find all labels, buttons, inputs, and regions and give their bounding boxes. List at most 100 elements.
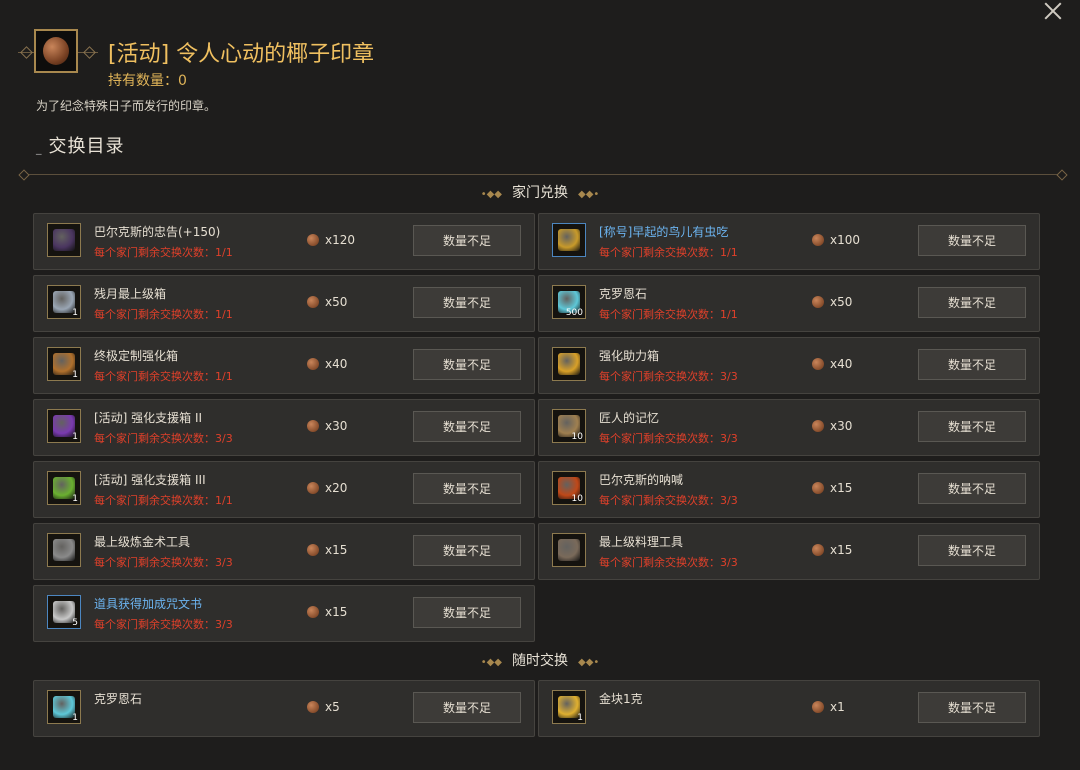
quantity-badge: 1 [72, 370, 78, 380]
scroll-icon [47, 223, 81, 257]
exchange-card: 1 克罗恩石 x5 数量不足 [33, 680, 535, 737]
cost-label: x40 [307, 357, 347, 371]
cost-value: x30 [325, 419, 348, 433]
exchange-button[interactable]: 数量不足 [413, 349, 521, 380]
quantity-badge: 1 [72, 494, 78, 504]
coconut-coin-icon [307, 701, 319, 713]
item-name: 巴尔克斯的呐喊 [599, 473, 684, 487]
exchange-button[interactable]: 数量不足 [413, 473, 521, 504]
family-exchange-heading: •◆◆ 家门兑换 ◆◆• [480, 185, 600, 201]
gift-box-icon [552, 347, 586, 381]
ticket-icon [552, 223, 586, 257]
item-name: 克罗恩石 [94, 692, 143, 706]
exchange-button[interactable]: 数量不足 [413, 225, 521, 256]
item-name: [活动] 强化支援箱 III [94, 473, 206, 487]
anytime-exchange-heading: •◆◆ 随时交换 ◆◆• [480, 653, 600, 669]
cost-label: x5 [307, 700, 340, 714]
exchange-button[interactable]: 数量不足 [918, 287, 1026, 318]
remaining-exchanges: 每个家门剩余交换次数：3/3 [94, 556, 233, 569]
quantity-badge: 1 [72, 432, 78, 442]
quantity-badge: 10 [571, 432, 583, 442]
exchange-card: 5 道具获得加成咒文书 每个家门剩余交换次数：3/3 x15 数量不足 [33, 585, 535, 642]
remaining-exchanges: 每个家门剩余交换次数：1/1 [94, 494, 233, 507]
item-name: 残月最上级箱 [94, 287, 167, 301]
purple-box-icon: 1 [47, 409, 81, 443]
exchange-button[interactable]: 数量不足 [918, 535, 1026, 566]
remaining-exchanges: 每个家门剩余交换次数：3/3 [599, 432, 738, 445]
orb-icon: 10 [552, 471, 586, 505]
cost-label: x100 [812, 233, 860, 247]
item-name: 巴尔克斯的忠告(+150) [94, 225, 221, 239]
exchange-card: 1 残月最上级箱 每个家门剩余交换次数：1/1 x50 数量不足 [33, 275, 535, 332]
exchange-button[interactable]: 数量不足 [918, 411, 1026, 442]
gold-bar-icon: 1 [552, 690, 586, 724]
item-image [558, 229, 580, 251]
exchange-button[interactable]: 数量不足 [918, 225, 1026, 256]
coconut-coin-icon [307, 606, 319, 618]
coconut-coin-icon [812, 544, 824, 556]
exchange-card: 巴尔克斯的忠告(+150) 每个家门剩余交换次数：1/1 x120 数量不足 [33, 213, 535, 270]
exchange-button[interactable]: 数量不足 [413, 597, 521, 628]
green-box-icon: 1 [47, 471, 81, 505]
exchange-button[interactable]: 数量不足 [413, 535, 521, 566]
family-exchange-label: 家门兑换 [512, 185, 568, 201]
remaining-exchanges: 每个家门剩余交换次数：3/3 [599, 494, 738, 507]
coconut-coin-icon [307, 358, 319, 370]
coconut-coin-icon [307, 296, 319, 308]
exchange-button[interactable]: 数量不足 [413, 411, 521, 442]
cost-label: x50 [307, 295, 347, 309]
cost-value: x50 [830, 295, 853, 309]
cost-value: x100 [830, 233, 861, 247]
remaining-exchanges: 每个家门剩余交换次数：1/1 [94, 370, 233, 383]
header-icon-frame [18, 28, 98, 78]
exchange-button[interactable]: 数量不足 [413, 287, 521, 318]
exchange-card: 1 终极定制强化箱 每个家门剩余交换次数：1/1 x40 数量不足 [33, 337, 535, 394]
necklace-icon: 10 [552, 409, 586, 443]
spell-book-icon: 5 [47, 595, 81, 629]
coconut-coin-icon [812, 296, 824, 308]
cost-label: x50 [812, 295, 852, 309]
remaining-exchanges: 每个家门剩余交换次数：1/1 [599, 308, 738, 321]
cost-value: x120 [325, 233, 356, 247]
exchange-card: 1 [活动] 强化支援箱 III 每个家门剩余交换次数：1/1 x20 数量不足 [33, 461, 535, 518]
silver-box-icon: 1 [47, 285, 81, 319]
exchange-button[interactable]: 数量不足 [918, 473, 1026, 504]
remaining-exchanges: 每个家门剩余交换次数：1/1 [599, 246, 738, 259]
cost-value: x1 [830, 700, 845, 714]
close-button[interactable] [1042, 0, 1064, 22]
exchange-button[interactable]: 数量不足 [918, 692, 1026, 723]
coconut-coin-icon [812, 234, 824, 246]
coconut-coin-icon [812, 358, 824, 370]
item-title: [活动] 令人心动的椰子印章 [108, 42, 375, 67]
cost-label: x15 [812, 481, 852, 495]
item-name: [活动] 强化支援箱 II [94, 411, 203, 425]
coconut-coin-icon [307, 544, 319, 556]
chest-icon: 1 [47, 347, 81, 381]
cost-value: x15 [830, 481, 853, 495]
alchemy-tool-icon [47, 533, 81, 567]
exchange-card: 强化助力箱 每个家门剩余交换次数：3/3 x40 数量不足 [538, 337, 1040, 394]
quantity-badge: 500 [565, 308, 583, 318]
exchange-button[interactable]: 数量不足 [918, 349, 1026, 380]
coconut-coin-icon [307, 420, 319, 432]
cost-label: x1 [812, 700, 845, 714]
cost-value: x40 [830, 357, 853, 371]
cost-value: x20 [325, 481, 348, 495]
cost-value: x15 [325, 543, 348, 557]
exchange-card: 1 [活动] 强化支援箱 II 每个家门剩余交换次数：3/3 x30 数量不足 [33, 399, 535, 456]
item-name: 克罗恩石 [599, 287, 648, 301]
item-name: 金块1克 [599, 692, 643, 706]
exchange-card: 500 克罗恩石每个家门剩余交换次数：1/1 x50 数量不足 [538, 275, 1040, 332]
cost-label: x40 [812, 357, 852, 371]
cost-value: x30 [830, 419, 853, 433]
exchange-button[interactable]: 数量不足 [413, 692, 521, 723]
coconut-coin-icon [307, 234, 319, 246]
cost-value: x50 [325, 295, 348, 309]
exchange-card: 最上级炼金术工具 每个家门剩余交换次数：3/3 x15 数量不足 [33, 523, 535, 580]
cost-value: x15 [830, 543, 853, 557]
crystal-icon: 500 [552, 285, 586, 319]
exchange-card: 10 巴尔克斯的呐喊每个家门剩余交换次数：3/3 x15 数量不足 [538, 461, 1040, 518]
coconut-coin-icon [812, 420, 824, 432]
exchange-card: 1 金块1克 x1 数量不足 [538, 680, 1040, 737]
exchange-card: 最上级料理工具 每个家门剩余交换次数：3/3 x15 数量不足 [538, 523, 1040, 580]
